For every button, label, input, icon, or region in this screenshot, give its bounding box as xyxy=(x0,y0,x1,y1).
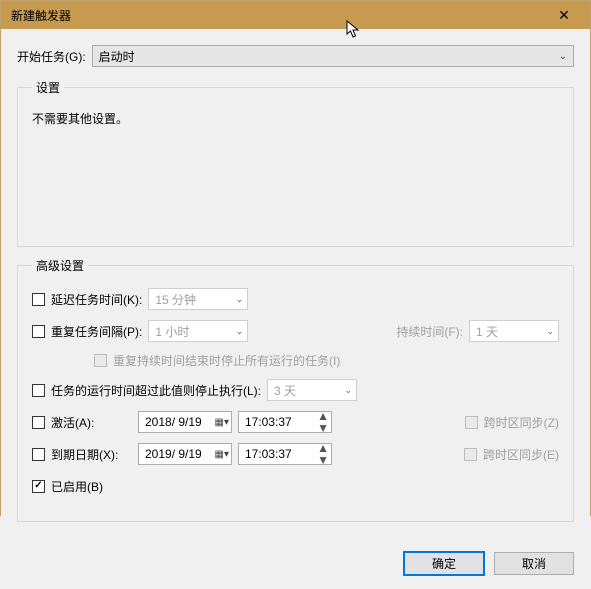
stop-after-row: 任务的运行时间超过此值则停止执行(L): 3 天 ⌄ xyxy=(32,379,559,401)
delay-row: 延迟任务时间(K): 15 分钟 ⌄ xyxy=(32,288,559,310)
begin-task-value: 启动时 xyxy=(99,48,135,65)
delay-checkbox[interactable] xyxy=(32,293,45,306)
persist-label: 持续时间(F): xyxy=(396,323,463,340)
persist-value: 1 天 xyxy=(476,323,498,340)
activate-row: 激活(A): 2018/ 9/19 ▦▾ 17:03:37 ▲▼ 跨时区同步(Z… xyxy=(32,411,559,433)
spinner-arrows-icon: ▲▼ xyxy=(317,410,329,434)
delay-label: 延迟任务时间(K): xyxy=(51,291,142,308)
persist-combo: 1 天 ⌄ xyxy=(469,320,559,342)
settings-legend: 设置 xyxy=(32,79,64,96)
stop-after-checkbox[interactable] xyxy=(32,384,45,397)
chevron-down-icon: ⌄ xyxy=(236,326,244,337)
expire-time-picker[interactable]: 17:03:37 ▲▼ xyxy=(238,443,332,465)
dialog-content: 开始任务(G): 启动时 ⌄ 设置 不需要其他设置。 高级设置 延迟任务时间(K… xyxy=(1,29,590,542)
repeat-row: 重复任务间隔(P): 1 小时 ⌄ 持续时间(F): 1 天 ⌄ xyxy=(32,320,559,342)
activate-label: 激活(A): xyxy=(51,414,94,431)
enabled-row: 已启用(B) xyxy=(32,475,559,497)
begin-row: 开始任务(G): 启动时 ⌄ xyxy=(17,45,574,67)
advanced-legend: 高级设置 xyxy=(32,257,88,274)
ok-button[interactable]: 确定 xyxy=(404,552,484,575)
cross-tz-z-label: 跨时区同步(Z) xyxy=(484,414,559,431)
expire-row: 到期日期(X): 2019/ 9/19 ▦▾ 17:03:37 ▲▼ 跨时区同步… xyxy=(32,443,559,465)
expire-checkbox[interactable] xyxy=(32,448,45,461)
enabled-label: 已启用(B) xyxy=(51,478,103,495)
stop-repeated-row: 重复持续时间结束时停止所有运行的任务(I) xyxy=(94,352,559,369)
dialog-footer: 确定 取消 xyxy=(1,542,590,589)
activate-time-picker[interactable]: 17:03:37 ▲▼ xyxy=(238,411,332,433)
cancel-button[interactable]: 取消 xyxy=(494,552,574,575)
activate-date-picker[interactable]: 2018/ 9/19 ▦▾ xyxy=(138,411,232,433)
calendar-icon: ▦▾ xyxy=(215,417,229,428)
cross-tz-e-group: 跨时区同步(E) xyxy=(464,446,559,463)
stop-after-combo[interactable]: 3 天 ⌄ xyxy=(267,379,357,401)
repeat-label: 重复任务间隔(P): xyxy=(51,323,142,340)
stop-repeated-checkbox xyxy=(94,354,107,367)
settings-group: 设置 不需要其他设置。 xyxy=(17,79,574,247)
persist-group: 持续时间(F): 1 天 ⌄ xyxy=(396,320,559,342)
cross-tz-z-checkbox xyxy=(465,416,478,429)
stop-after-value: 3 天 xyxy=(274,382,296,399)
stop-after-label: 任务的运行时间超过此值则停止执行(L): xyxy=(51,382,261,399)
chevron-down-icon: ⌄ xyxy=(344,385,352,396)
expire-label: 到期日期(X): xyxy=(51,446,118,463)
cross-tz-e-checkbox xyxy=(464,448,477,461)
repeat-checkbox[interactable] xyxy=(32,325,45,338)
chevron-down-icon: ⌄ xyxy=(236,294,244,305)
activate-date-value: 2018/ 9/19 xyxy=(145,415,211,429)
cross-tz-z-group: 跨时区同步(Z) xyxy=(465,414,559,431)
repeat-value: 1 小时 xyxy=(155,323,189,340)
expire-date-picker[interactable]: 2019/ 9/19 ▦▾ xyxy=(138,443,232,465)
chevron-down-icon: ⌄ xyxy=(546,326,554,337)
activate-checkbox[interactable] xyxy=(32,416,45,429)
window-title: 新建触发器 xyxy=(11,7,544,24)
calendar-icon: ▦▾ xyxy=(215,449,229,460)
activate-time-value: 17:03:37 xyxy=(245,415,313,429)
chevron-down-icon: ⌄ xyxy=(559,51,567,62)
enabled-checkbox[interactable] xyxy=(32,480,45,493)
expire-time-value: 17:03:37 xyxy=(245,447,313,461)
delay-value: 15 分钟 xyxy=(155,291,196,308)
begin-label: 开始任务(G): xyxy=(17,48,86,65)
close-button[interactable]: ✕ xyxy=(544,7,584,24)
delay-combo[interactable]: 15 分钟 ⌄ xyxy=(148,288,248,310)
begin-task-select[interactable]: 启动时 ⌄ xyxy=(92,45,574,67)
spinner-arrows-icon: ▲▼ xyxy=(317,442,329,466)
repeat-combo[interactable]: 1 小时 ⌄ xyxy=(148,320,248,342)
stop-repeated-label: 重复持续时间结束时停止所有运行的任务(I) xyxy=(113,352,340,369)
cross-tz-e-label: 跨时区同步(E) xyxy=(483,446,559,463)
title-bar: 新建触发器 ✕ xyxy=(1,1,590,29)
advanced-group: 高级设置 延迟任务时间(K): 15 分钟 ⌄ 重复任务间隔(P): 1 小时 … xyxy=(17,257,574,522)
settings-text: 不需要其他设置。 xyxy=(32,110,559,127)
expire-date-value: 2019/ 9/19 xyxy=(145,447,211,461)
